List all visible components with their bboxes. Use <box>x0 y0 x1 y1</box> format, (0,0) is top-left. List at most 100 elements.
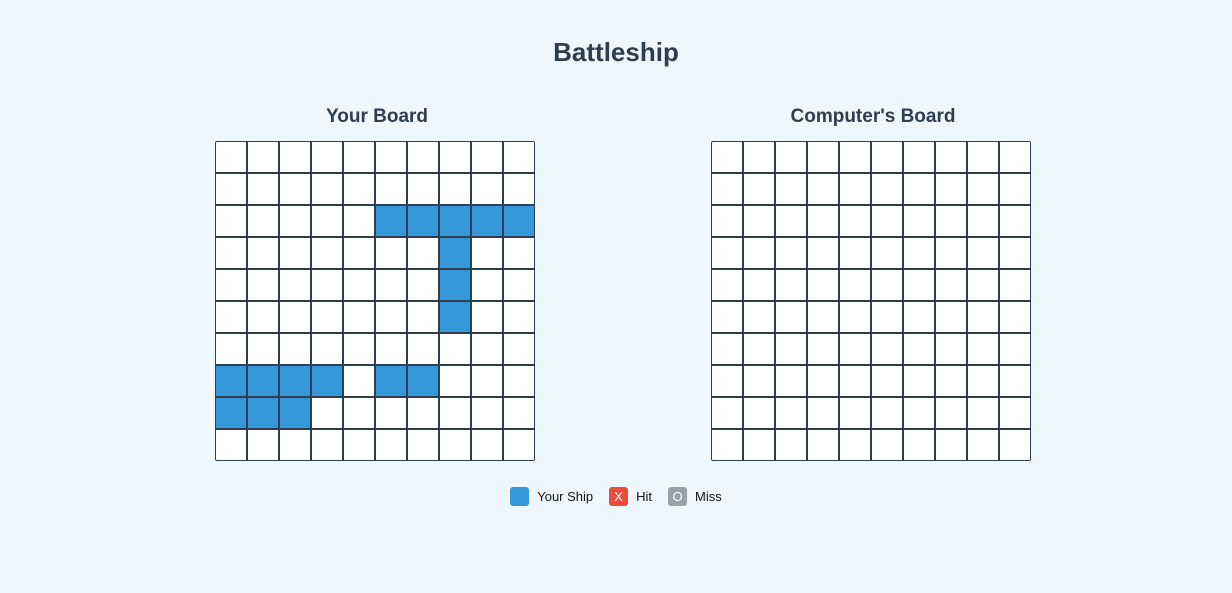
computer-board-cell[interactable] <box>712 238 742 268</box>
computer-board-cell[interactable] <box>840 206 870 236</box>
computer-board-cell[interactable] <box>712 398 742 428</box>
computer-board-cell[interactable] <box>840 238 870 268</box>
computer-board-cell[interactable] <box>1000 238 1030 268</box>
computer-board-cell[interactable] <box>712 366 742 396</box>
computer-board-cell[interactable] <box>936 366 966 396</box>
computer-board-cell[interactable] <box>968 366 998 396</box>
computer-board-cell[interactable] <box>776 206 806 236</box>
computer-board-cell[interactable] <box>808 398 838 428</box>
computer-board-cell[interactable] <box>904 238 934 268</box>
computer-board-cell[interactable] <box>808 206 838 236</box>
computer-board-cell[interactable] <box>712 334 742 364</box>
computer-board-cell[interactable] <box>968 398 998 428</box>
computer-board-cell[interactable] <box>776 366 806 396</box>
computer-board-cell[interactable] <box>744 142 774 172</box>
computer-board-cell[interactable] <box>904 430 934 460</box>
computer-board-cell[interactable] <box>712 430 742 460</box>
computer-board-cell[interactable] <box>776 238 806 268</box>
computer-board-cell[interactable] <box>1000 302 1030 332</box>
computer-board-cell[interactable] <box>1000 366 1030 396</box>
computer-board-cell[interactable] <box>968 142 998 172</box>
computer-board-cell[interactable] <box>744 206 774 236</box>
computer-board-cell[interactable] <box>744 302 774 332</box>
computer-board-cell[interactable] <box>904 142 934 172</box>
computer-board-cell[interactable] <box>744 174 774 204</box>
computer-board-cell[interactable] <box>776 174 806 204</box>
computer-board-cell[interactable] <box>744 238 774 268</box>
computer-board-cell[interactable] <box>1000 206 1030 236</box>
computer-board-cell[interactable] <box>936 142 966 172</box>
computer-board-cell[interactable] <box>840 366 870 396</box>
computer-board-cell[interactable] <box>1000 174 1030 204</box>
computer-board-cell[interactable] <box>872 206 902 236</box>
computer-board-cell[interactable] <box>808 142 838 172</box>
computer-board-cell[interactable] <box>776 142 806 172</box>
computer-board-cell[interactable] <box>904 366 934 396</box>
computer-board-cell[interactable] <box>872 398 902 428</box>
computer-board-cell[interactable] <box>776 398 806 428</box>
computer-board-cell[interactable] <box>872 174 902 204</box>
computer-board-cell[interactable] <box>712 302 742 332</box>
computer-board-cell[interactable] <box>936 398 966 428</box>
computer-board-cell[interactable] <box>968 302 998 332</box>
computer-board-cell[interactable] <box>808 430 838 460</box>
computer-board-cell[interactable] <box>744 398 774 428</box>
computer-board-cell[interactable] <box>1000 270 1030 300</box>
computer-board-cell[interactable] <box>936 238 966 268</box>
computer-board-cell[interactable] <box>808 302 838 332</box>
computer-board-cell[interactable] <box>872 238 902 268</box>
computer-board-cell[interactable] <box>968 334 998 364</box>
computer-board-cell[interactable] <box>840 142 870 172</box>
computer-board-cell[interactable] <box>712 142 742 172</box>
computer-board-cell[interactable] <box>936 270 966 300</box>
computer-board-cell[interactable] <box>712 270 742 300</box>
computer-board-cell[interactable] <box>1000 398 1030 428</box>
computer-board-cell[interactable] <box>968 430 998 460</box>
computer-board-cell[interactable] <box>776 334 806 364</box>
computer-board-cell[interactable] <box>808 270 838 300</box>
computer-board-cell[interactable] <box>936 206 966 236</box>
computer-board-cell[interactable] <box>744 366 774 396</box>
computer-board-cell[interactable] <box>872 430 902 460</box>
computer-board-cell[interactable] <box>776 302 806 332</box>
computer-board-cell[interactable] <box>904 398 934 428</box>
computer-board-cell[interactable] <box>840 334 870 364</box>
computer-board-cell[interactable] <box>968 270 998 300</box>
computer-board-cell[interactable] <box>808 238 838 268</box>
computer-board-cell[interactable] <box>840 398 870 428</box>
computer-board-cell[interactable] <box>872 270 902 300</box>
computer-board-cell[interactable] <box>904 334 934 364</box>
computer-board-cell[interactable] <box>872 366 902 396</box>
computer-board-cell[interactable] <box>712 174 742 204</box>
computer-board-cell[interactable] <box>904 270 934 300</box>
computer-board-cell[interactable] <box>808 366 838 396</box>
computer-board-cell[interactable] <box>808 334 838 364</box>
computer-board-cell[interactable] <box>840 302 870 332</box>
computer-board-cell[interactable] <box>968 206 998 236</box>
computer-board-cell[interactable] <box>840 174 870 204</box>
computer-board-cell[interactable] <box>776 270 806 300</box>
computer-board-cell[interactable] <box>968 238 998 268</box>
computer-board-cell[interactable] <box>1000 334 1030 364</box>
computer-board-cell[interactable] <box>744 270 774 300</box>
computer-board-cell[interactable] <box>808 174 838 204</box>
computer-board-cell[interactable] <box>904 302 934 332</box>
computer-board-cell[interactable] <box>1000 430 1030 460</box>
computer-board-cell[interactable] <box>936 334 966 364</box>
computer-board-cell[interactable] <box>872 302 902 332</box>
computer-board-cell[interactable] <box>936 302 966 332</box>
computer-board-cell[interactable] <box>872 142 902 172</box>
computer-board-cell[interactable] <box>744 334 774 364</box>
computer-board-cell[interactable] <box>936 174 966 204</box>
computer-board-cell[interactable] <box>840 430 870 460</box>
computer-board-cell[interactable] <box>968 174 998 204</box>
computer-board-cell[interactable] <box>776 430 806 460</box>
computer-board-cell[interactable] <box>744 430 774 460</box>
computer-board-cell[interactable] <box>904 206 934 236</box>
computer-board-cell[interactable] <box>872 334 902 364</box>
computer-board-cell[interactable] <box>840 270 870 300</box>
computer-board-cell[interactable] <box>712 206 742 236</box>
computer-board-cell[interactable] <box>936 430 966 460</box>
computer-board-cell[interactable] <box>904 174 934 204</box>
computer-board-cell[interactable] <box>1000 142 1030 172</box>
